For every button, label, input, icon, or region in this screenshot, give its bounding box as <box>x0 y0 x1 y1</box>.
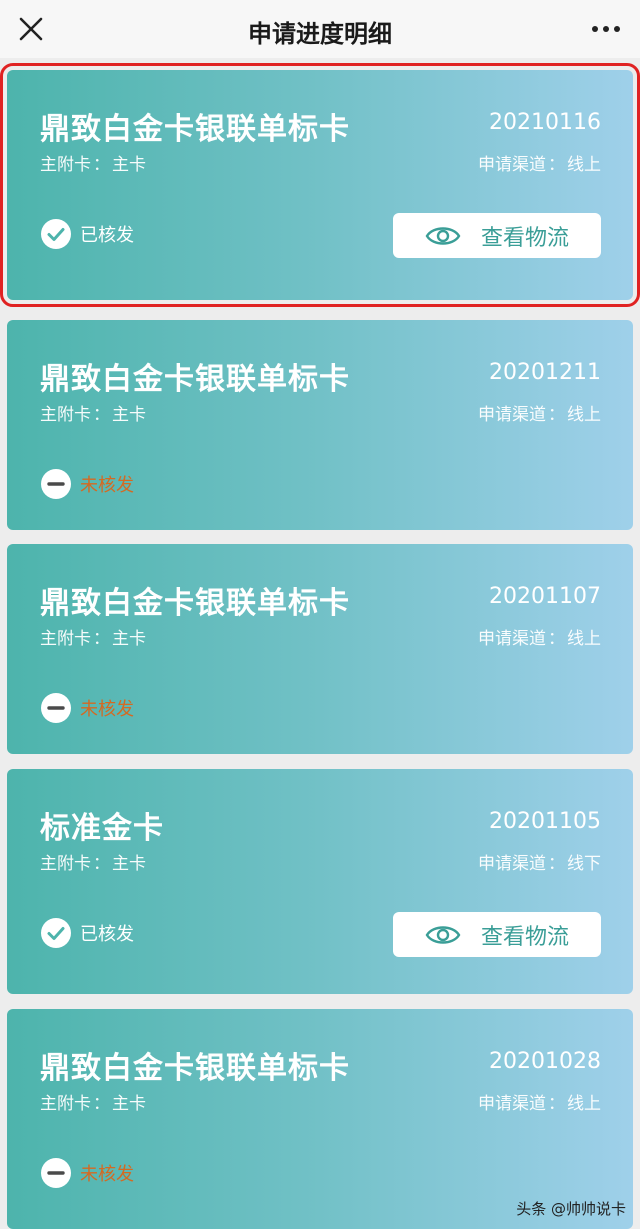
status-indicator: 未核发 <box>40 692 134 724</box>
eye-icon <box>425 226 461 245</box>
card-type-value: 主卡 <box>112 1094 146 1114</box>
card-meta: 主附卡：主卡 申请渠道：线上 <box>40 624 601 649</box>
card-type-value: 主卡 <box>112 155 146 175</box>
view-logistics-label: 查看物流 <box>480 924 569 950</box>
channel-label: 申请渠道 <box>478 155 546 175</box>
channel-label: 申请渠道 <box>478 629 546 649</box>
channel-info: 申请渠道：线上 <box>478 624 601 649</box>
channel-value: 线上 <box>567 405 601 425</box>
minus-circle-icon <box>41 1158 71 1188</box>
check-circle-icon <box>41 219 71 249</box>
card-name: 鼎致白金卡银联单标卡 <box>40 112 350 147</box>
channel-info: 申请渠道：线上 <box>478 1089 601 1114</box>
status-label: 未核发 <box>80 475 134 496</box>
channel-value: 线上 <box>567 1094 601 1114</box>
channel-label: 申请渠道 <box>478 1094 546 1114</box>
status-indicator: 未核发 <box>40 468 134 500</box>
channel-info: 申请渠道：线下 <box>478 849 601 874</box>
channel-label: 申请渠道 <box>478 405 546 425</box>
card-name: 鼎致白金卡银联单标卡 <box>40 1051 350 1086</box>
card-type-separator: ： <box>93 405 110 425</box>
top-bar: 申请进度明细 <box>0 0 640 58</box>
card-type-separator: ： <box>93 629 110 649</box>
card-name: 标准金卡 <box>40 811 164 846</box>
view-logistics-button[interactable]: 查看物流 <box>393 912 601 957</box>
status-indicator: 未核发 <box>40 1157 134 1189</box>
view-logistics-label: 查看物流 <box>480 225 569 251</box>
status-label: 已核发 <box>80 225 134 246</box>
card-type-label: 主附卡 <box>40 405 91 425</box>
card-type-label: 主附卡 <box>40 155 91 175</box>
watermark: 头条 @帅帅说卡 <box>516 1200 626 1218</box>
channel-separator: ： <box>548 1094 565 1114</box>
status-label: 未核发 <box>80 699 134 720</box>
view-logistics-button[interactable]: 查看物流 <box>393 213 601 258</box>
card-type-value: 主卡 <box>112 405 146 425</box>
application-date: 20201211 <box>489 360 601 385</box>
card-name: 鼎致白金卡银联单标卡 <box>40 586 350 621</box>
application-card[interactable]: 鼎致白金卡银联单标卡 20201211 主附卡：主卡 申请渠道：线上 未核发 <box>7 320 633 530</box>
channel-separator: ： <box>548 405 565 425</box>
minus-circle-icon <box>41 469 71 499</box>
card-type-value: 主卡 <box>112 629 146 649</box>
card-type-separator: ： <box>93 155 110 175</box>
status-label: 未核发 <box>80 1164 134 1185</box>
card-type-separator: ： <box>93 1094 110 1114</box>
channel-value: 线上 <box>567 155 601 175</box>
application-date: 20201107 <box>489 584 601 609</box>
application-date: 20201105 <box>489 809 601 834</box>
status-label: 已核发 <box>80 924 134 945</box>
card-type-value: 主卡 <box>112 854 146 874</box>
application-card[interactable]: 鼎致白金卡银联单标卡 20201028 主附卡：主卡 申请渠道：线上 未核发 <box>7 1009 633 1229</box>
channel-value: 线上 <box>567 629 601 649</box>
card-type-label: 主附卡 <box>40 629 91 649</box>
card-type-label: 主附卡 <box>40 854 91 874</box>
channel-separator: ： <box>548 155 565 175</box>
card-type-label: 主附卡 <box>40 1094 91 1114</box>
application-date: 20201028 <box>489 1049 601 1074</box>
card-type-separator: ： <box>93 854 110 874</box>
channel-info: 申请渠道：线上 <box>478 400 601 425</box>
channel-separator: ： <box>548 629 565 649</box>
status-indicator: 已核发 <box>40 218 134 250</box>
page-title: 申请进度明细 <box>248 20 392 48</box>
card-meta: 主附卡：主卡 申请渠道：线下 <box>40 849 601 874</box>
application-date: 20210116 <box>489 110 601 135</box>
application-card[interactable]: 鼎致白金卡银联单标卡 20210116 主附卡：主卡 申请渠道：线上 已核发 查看物流 <box>0 63 640 307</box>
status-indicator: 已核发 <box>40 917 134 949</box>
channel-info: 申请渠道：线上 <box>478 150 601 175</box>
application-card[interactable]: 鼎致白金卡银联单标卡 20201107 主附卡：主卡 申请渠道：线上 未核发 <box>7 544 633 754</box>
channel-value: 线下 <box>567 854 601 874</box>
eye-icon <box>425 925 461 944</box>
channel-label: 申请渠道 <box>478 854 546 874</box>
card-name: 鼎致白金卡银联单标卡 <box>40 362 350 397</box>
card-meta: 主附卡：主卡 申请渠道：线上 <box>40 150 601 175</box>
application-card[interactable]: 标准金卡 20201105 主附卡：主卡 申请渠道：线下 已核发 查看物流 <box>7 769 633 994</box>
check-circle-icon <box>41 918 71 948</box>
channel-separator: ： <box>548 854 565 874</box>
card-meta: 主附卡：主卡 申请渠道：线上 <box>40 1089 601 1114</box>
card-meta: 主附卡：主卡 申请渠道：线上 <box>40 400 601 425</box>
more-icon[interactable] <box>586 10 626 48</box>
minus-circle-icon <box>41 693 71 723</box>
